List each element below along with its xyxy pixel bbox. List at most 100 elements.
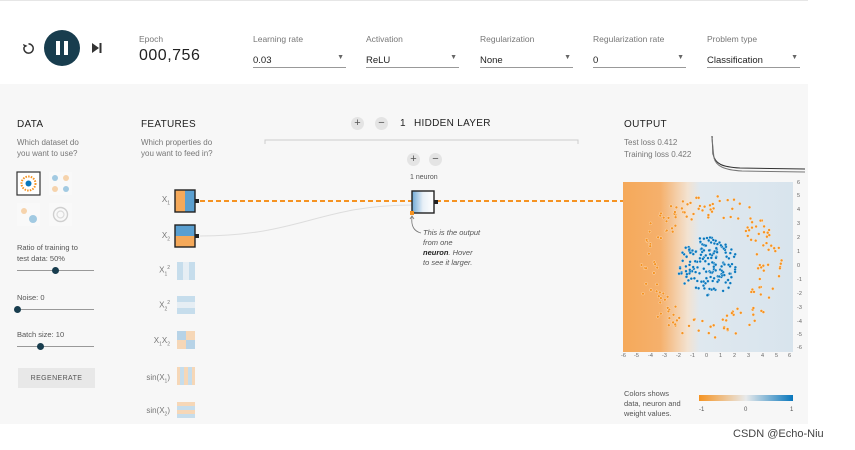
orange-point — [659, 236, 663, 240]
blue-point — [685, 272, 689, 276]
blue-point — [680, 251, 685, 255]
blue-point — [707, 262, 711, 266]
orange-point — [761, 310, 765, 314]
orange-point — [666, 295, 670, 299]
orange-point — [649, 288, 653, 292]
legend-line3: weight values. — [624, 409, 672, 418]
orange-point — [666, 309, 670, 313]
blue-point — [684, 269, 688, 273]
blue-point — [698, 256, 702, 260]
add-layer-button[interactable]: + — [351, 117, 364, 130]
orange-point — [648, 244, 652, 248]
blue-point — [694, 250, 698, 254]
blue-point — [688, 260, 692, 264]
blue-point — [733, 267, 737, 272]
hidden-layer-bracket — [264, 139, 579, 144]
orange-point — [767, 296, 771, 300]
orange-point — [724, 318, 728, 322]
blue-point — [691, 252, 695, 256]
blue-point — [695, 279, 699, 283]
output-decision-plot[interactable] — [623, 182, 793, 352]
blue-point — [729, 275, 733, 279]
orange-point — [709, 207, 713, 212]
orange-point — [766, 263, 770, 267]
orange-point — [762, 269, 766, 273]
x-tick: -5 — [634, 353, 639, 359]
blue-point — [701, 257, 705, 261]
orange-point — [655, 282, 659, 286]
remove-layer-button[interactable]: − — [375, 117, 388, 130]
orange-point — [690, 217, 694, 221]
orange-point — [765, 235, 769, 239]
x-tick: -1 — [690, 353, 695, 359]
blue-point — [688, 268, 692, 272]
blue-point — [724, 251, 728, 255]
tooltip-line3: . Hover — [448, 248, 473, 257]
legend-line2: data, neuron and — [624, 399, 681, 408]
link-x2-to-neuron[interactable] — [199, 204, 413, 237]
blue-point — [714, 246, 718, 250]
orange-point — [718, 199, 722, 203]
blue-point — [702, 286, 706, 290]
orange-point — [707, 331, 711, 335]
x-tick: 6 — [788, 353, 792, 359]
legend-line1: Colors shows — [624, 389, 670, 398]
neuron-tooltip: This is the output from one neuron. Hove… — [423, 228, 493, 268]
blue-point — [701, 284, 706, 288]
blue-point — [695, 265, 700, 269]
blue-point — [684, 264, 688, 268]
remove-neuron-button[interactable]: − — [429, 153, 442, 166]
blue-point — [698, 236, 702, 240]
output-title: OUTPUT — [624, 119, 667, 130]
orange-point — [656, 315, 660, 319]
orange-point — [667, 316, 671, 320]
orange-point — [691, 212, 696, 216]
blue-point — [697, 271, 702, 275]
orange-point — [749, 238, 753, 242]
orange-point — [777, 246, 781, 250]
orange-point — [780, 258, 784, 262]
orange-point — [779, 262, 783, 266]
blue-point — [726, 278, 730, 282]
orange-point — [757, 285, 762, 289]
orange-point — [647, 252, 651, 256]
orange-point — [761, 243, 765, 247]
orange-point — [652, 271, 656, 275]
orange-point — [777, 274, 781, 278]
orange-point — [734, 331, 738, 335]
blue-point — [690, 248, 695, 253]
orange-point — [750, 220, 754, 224]
blue-point — [704, 276, 708, 280]
orange-point — [730, 311, 734, 315]
blue-point — [712, 241, 716, 246]
orange-point — [722, 326, 726, 330]
orange-point — [644, 282, 648, 286]
blue-point — [705, 236, 709, 240]
blue-point — [678, 266, 682, 270]
blue-point — [686, 278, 690, 282]
orange-point — [681, 199, 685, 203]
orange-point — [748, 216, 753, 221]
orange-point — [712, 323, 716, 327]
orange-point — [639, 263, 644, 267]
orange-point — [655, 289, 659, 293]
orange-point — [726, 327, 730, 331]
blue-point — [698, 259, 702, 264]
blue-point — [721, 289, 725, 293]
blue-point — [712, 276, 716, 280]
blue-point — [715, 280, 720, 284]
x-tick: 2 — [733, 353, 737, 359]
orange-point — [754, 224, 758, 229]
hidden-neuron-tile[interactable] — [410, 189, 438, 217]
orange-point — [738, 202, 742, 206]
blue-point — [728, 251, 732, 255]
orange-point — [735, 307, 740, 311]
blue-point — [715, 242, 719, 246]
y-tick: -5 — [797, 332, 802, 338]
blue-point — [722, 273, 726, 277]
orange-point — [645, 238, 649, 242]
orange-point — [671, 230, 675, 234]
orange-point — [659, 312, 663, 316]
blue-point — [708, 270, 713, 274]
add-neuron-button[interactable]: + — [407, 153, 420, 166]
